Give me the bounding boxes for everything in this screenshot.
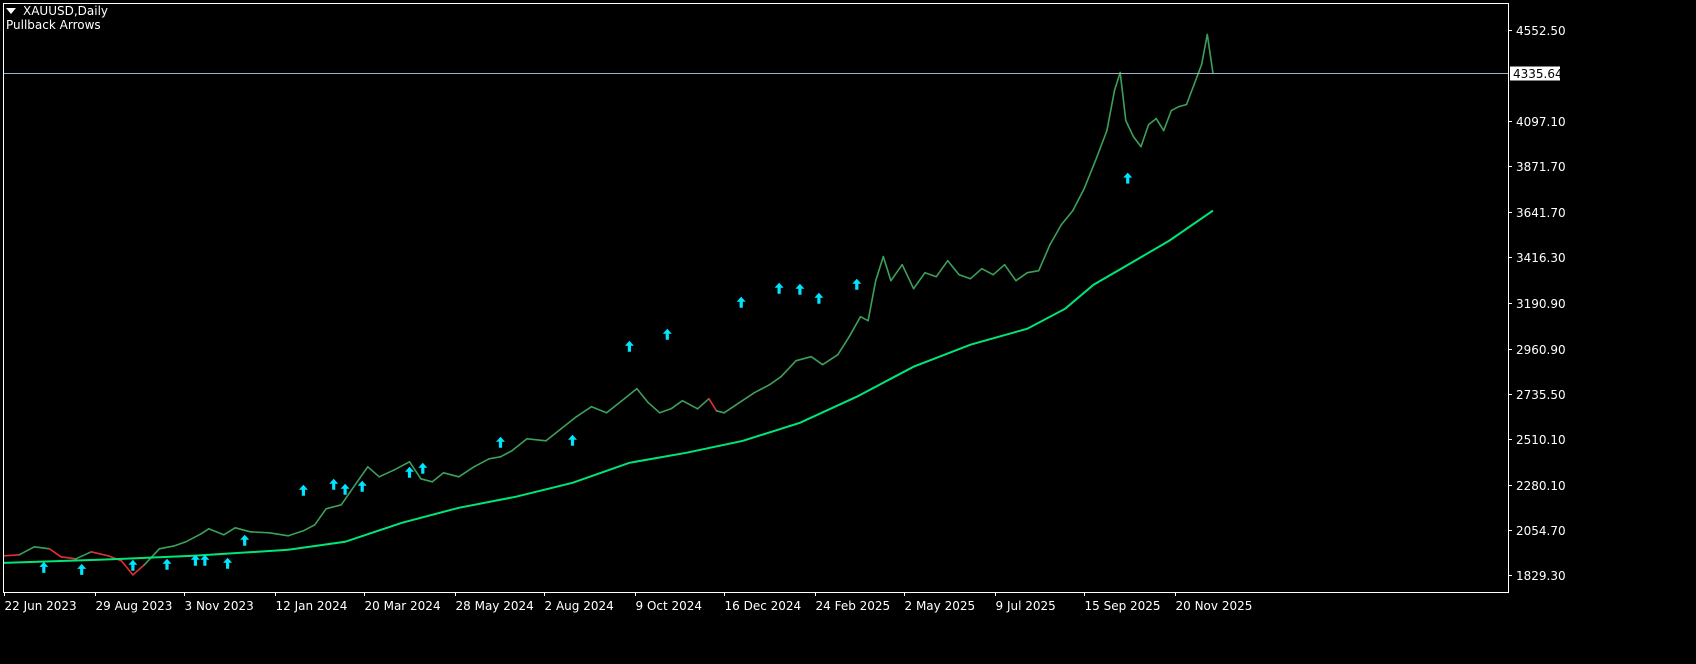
y-tick-label: 4097.10 bbox=[1516, 115, 1566, 129]
symbol-timeframe-label: XAUUSD,Daily bbox=[23, 4, 109, 18]
price-segment bbox=[3, 553, 21, 557]
chart-background bbox=[0, 0, 1696, 664]
x-tick-label: 2 Aug 2024 bbox=[545, 599, 614, 613]
y-tick-label: 2280.10 bbox=[1516, 479, 1566, 493]
y-tick-label: 3871.70 bbox=[1516, 160, 1566, 174]
x-tick-label: 24 Feb 2025 bbox=[816, 599, 891, 613]
x-tick-label: 12 Jan 2024 bbox=[276, 599, 348, 613]
y-tick-label: 1829.30 bbox=[1516, 569, 1566, 583]
x-tick-label: 3 Nov 2023 bbox=[185, 599, 254, 613]
y-tick-label: 3641.70 bbox=[1516, 206, 1566, 220]
y-tick-label: 2960.90 bbox=[1516, 343, 1566, 357]
x-tick-label: 29 Aug 2023 bbox=[96, 599, 173, 613]
x-tick-label: 2 May 2025 bbox=[905, 599, 976, 613]
x-tick-label: 15 Sep 2025 bbox=[1085, 599, 1161, 613]
y-tick-label: 4552.50 bbox=[1516, 24, 1566, 38]
x-tick-label: 22 Jun 2023 bbox=[5, 599, 77, 613]
y-tick-label: 2510.10 bbox=[1516, 433, 1566, 447]
y-tick-label: 2054.70 bbox=[1516, 524, 1566, 538]
x-tick-label: 9 Oct 2024 bbox=[636, 599, 703, 613]
indicator-name-label: Pullback Arrows bbox=[6, 18, 101, 32]
x-tick-label: 20 Mar 2024 bbox=[365, 599, 441, 613]
x-tick-label: 16 Dec 2024 bbox=[725, 599, 802, 613]
x-tick-label: 20 Nov 2025 bbox=[1176, 599, 1253, 613]
chart-legend: XAUUSD,Daily Pullback Arrows bbox=[6, 4, 108, 32]
indicator-row: Pullback Arrows bbox=[6, 18, 108, 32]
y-tick-label: 2735.50 bbox=[1516, 388, 1566, 402]
price-segment bbox=[249, 530, 271, 534]
y-tick-label: 3416.30 bbox=[1516, 251, 1566, 265]
current-price-label: 4335.64 bbox=[1513, 67, 1563, 81]
triangle-down-icon[interactable] bbox=[6, 8, 16, 14]
x-tick-label: 9 Jul 2025 bbox=[996, 599, 1056, 613]
symbol-row[interactable]: XAUUSD,Daily bbox=[6, 4, 108, 18]
x-tick-label: 28 May 2024 bbox=[456, 599, 534, 613]
price-chart[interactable]: 4335.64 4552.50 4097.10 3871.70 3641.70 3416.… bbox=[0, 0, 1696, 664]
y-tick-label: 3190.90 bbox=[1516, 297, 1566, 311]
chart-window[interactable]: 4335.64 4552.50 4097.10 3871.70 3641.70 3416.… bbox=[0, 0, 1696, 664]
